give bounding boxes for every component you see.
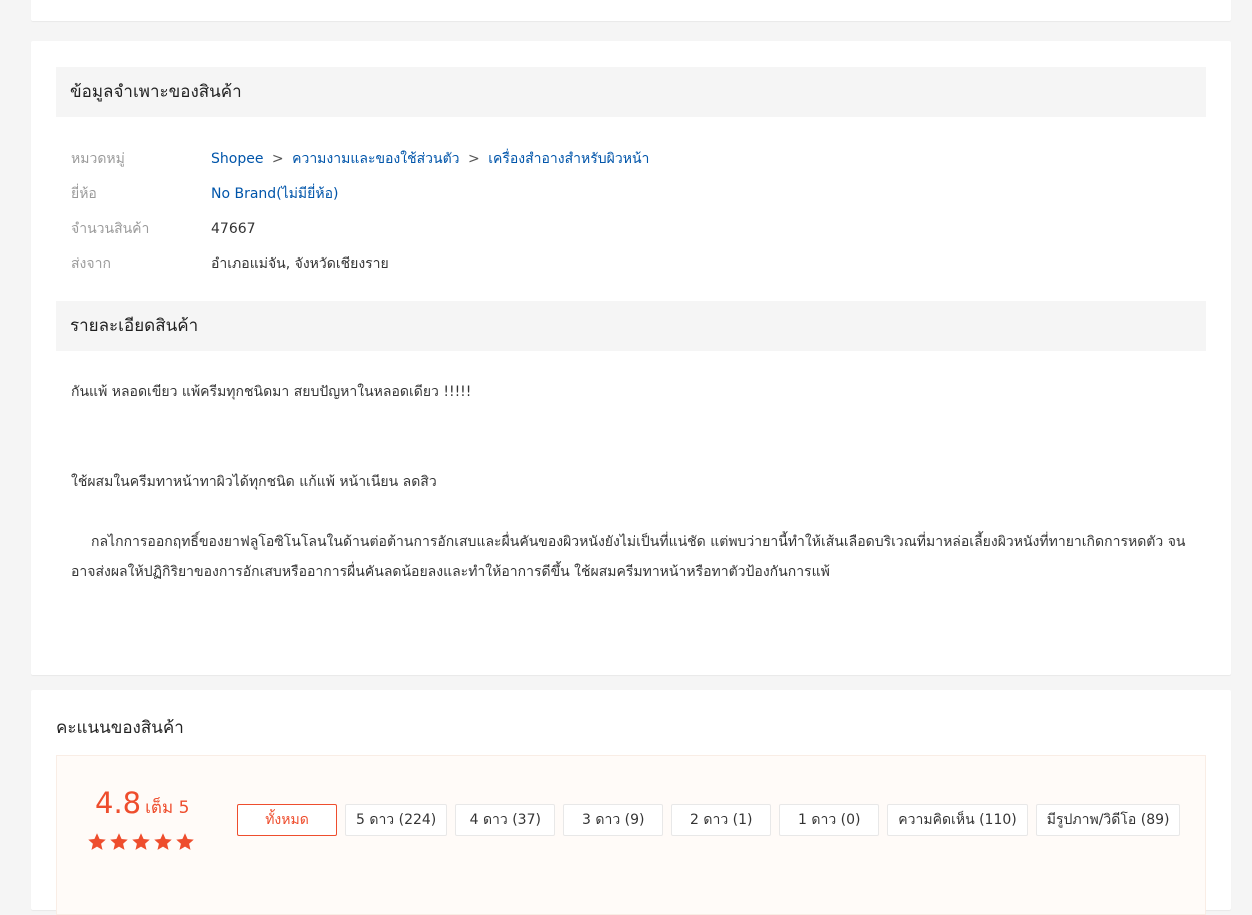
breadcrumb-link-beauty[interactable]: ความงามและของใช้ส่วนตัว — [292, 151, 459, 167]
description-title: รายละเอียดสินค้า — [70, 316, 199, 336]
filter-2-star-button[interactable]: 2 ดาว (1) — [671, 804, 772, 836]
rating-title: คะแนนของสินค้า — [56, 718, 184, 738]
breadcrumb-separator: > — [468, 150, 480, 167]
spec-row-ships-from: ส่งจาก อำเภอแม่จัน, จังหวัดเชียงราย — [71, 246, 649, 281]
star-icon — [132, 833, 150, 850]
brand-link[interactable]: No Brand(ไม่มียี่ห้อ) — [211, 183, 338, 205]
star-icon — [154, 833, 172, 850]
star-icon — [88, 833, 106, 850]
description-paragraph: กันแพ้ หลอดเขียว แพ้ครีมทุกชนิดมา สยบปัญ… — [71, 384, 472, 400]
rating-filters: ทั้งหมด 5 ดาว (224) 4 ดาว (37) 3 ดาว (9)… — [237, 804, 1181, 836]
filter-1-star-button[interactable]: 1 ดาว (0) — [779, 804, 880, 836]
star-icon — [176, 833, 194, 850]
star-icon — [110, 833, 128, 850]
filter-all-button[interactable]: ทั้งหมด — [237, 804, 337, 836]
breadcrumb-link-face-cosmetics[interactable]: เครื่องสำอางสำหรับผิวหน้า — [488, 151, 649, 167]
spec-label: ส่งจาก — [71, 255, 111, 272]
filter-media-button[interactable]: มีรูปภาพ/วิดีโอ (89) — [1035, 804, 1181, 836]
stock-value: 47667 — [211, 220, 256, 237]
rating-score: 4.8 เต็ม 5 — [95, 786, 189, 821]
rating-out-of: เต็ม 5 — [145, 798, 190, 818]
breadcrumb-link-shopee[interactable]: Shopee — [211, 151, 263, 167]
breadcrumb: Shopee > ความงามและของใช้ส่วนตัว > เครื่… — [211, 148, 649, 170]
spec-label: หมวดหมู่ — [71, 150, 125, 167]
spec-row-brand: ยี่ห้อ No Brand(ไม่มียี่ห้อ) — [71, 176, 649, 211]
breadcrumb-separator: > — [271, 150, 284, 167]
description-paragraph: กลไกการออกฤทธิ์ของยาฟลูโอซิโนโลนในด้านต่… — [71, 534, 1186, 580]
ships-from-value: อำเภอแม่จัน, จังหวัดเชียงราย — [211, 255, 389, 272]
filter-3-star-button[interactable]: 3 ดาว (9) — [563, 804, 664, 836]
description-section-header: รายละเอียดสินค้า — [56, 301, 1206, 351]
spec-label: จำนวนสินค้า — [71, 220, 150, 237]
product-specs-card: ข้อมูลจำเพาะของสินค้า หมวดหมู่ Shopee > … — [31, 41, 1231, 675]
specs-title: ข้อมูลจำเพาะของสินค้า — [70, 82, 242, 102]
specs-list: หมวดหมู่ Shopee > ความงามและของใช้ส่วนตั… — [71, 141, 649, 281]
rating-score-value: 4.8 — [95, 786, 142, 820]
description-paragraph: ใช้ผสมในครีมทาหน้าทาผิวได้ทุกชนิด แก้แพ้… — [71, 474, 437, 490]
spec-label: ยี่ห้อ — [71, 185, 97, 202]
filter-comments-button[interactable]: ความคิดเห็น (110) — [887, 804, 1028, 836]
rating-stars — [87, 832, 195, 852]
product-description: กันแพ้ หลอดเขียว แพ้ครีมทุกชนิดมา สยบปัญ… — [71, 377, 1196, 587]
rating-overview: 4.8 เต็ม 5 ทั้งหมด 5 ดาว (224) 4 ดาว (37)… — [56, 755, 1206, 915]
previous-section-card — [31, 0, 1231, 21]
product-rating-card: คะแนนของสินค้า 4.8 เต็ม 5 ทั้งหมด 5 ดาว (… — [31, 690, 1231, 915]
spec-row-category: หมวดหมู่ Shopee > ความงามและของใช้ส่วนตั… — [71, 141, 649, 176]
specs-section-header: ข้อมูลจำเพาะของสินค้า — [56, 67, 1206, 117]
spec-row-stock: จำนวนสินค้า 47667 — [71, 211, 649, 246]
filter-4-star-button[interactable]: 4 ดาว (37) — [455, 804, 556, 836]
filter-5-star-button[interactable]: 5 ดาว (224) — [345, 804, 448, 836]
